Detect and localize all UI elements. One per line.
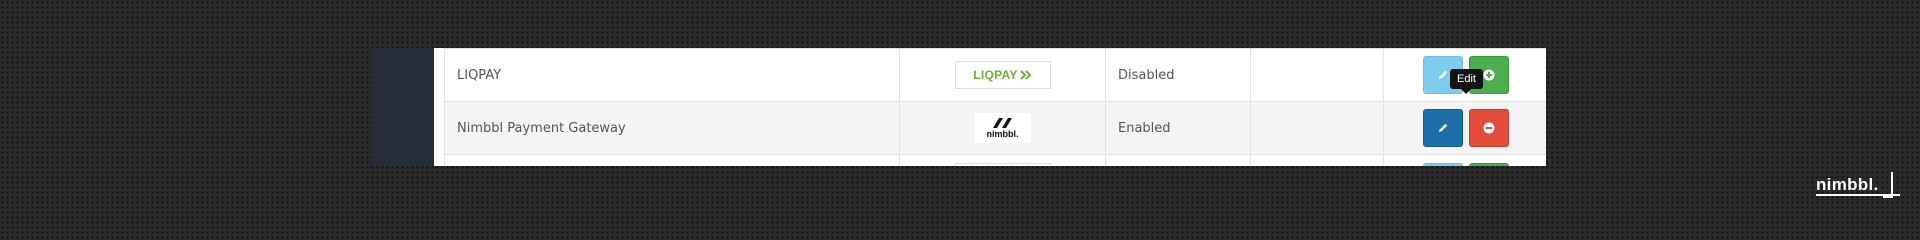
edit-button[interactable] <box>1422 109 1463 147</box>
gateway-actions-cell <box>1383 101 1546 155</box>
plus-circle-icon <box>1483 69 1495 81</box>
liqpay-logo-text: LIQPAY <box>973 68 1018 82</box>
gateway-logo <box>954 163 1051 166</box>
edit-button[interactable] <box>1422 163 1463 166</box>
table-row <box>444 154 1546 166</box>
gateway-extra-cell <box>1250 48 1384 102</box>
gateway-logo-cell: nimbbl. <box>899 101 1106 155</box>
admin-panel: LIQPAY LIQPAY Disabled Nimbbl Payment Ga… <box>372 48 1546 166</box>
uninstall-button[interactable] <box>1469 109 1510 147</box>
gateway-logo-cell: LIQPAY <box>899 48 1106 102</box>
pencil-icon <box>1438 70 1448 79</box>
gateway-name: LIQPAY <box>457 67 502 83</box>
gateway-name: Nimbbl Payment Gateway <box>457 120 626 136</box>
table-row: LIQPAY LIQPAY Disabled <box>444 48 1546 102</box>
gateway-name-cell: LIQPAY <box>444 48 900 102</box>
gateway-status-cell <box>1105 154 1251 166</box>
pencil-icon <box>1438 123 1448 132</box>
gateway-status-cell: Disabled <box>1105 48 1251 102</box>
nimbbl-watermark: nimbbl. <box>1816 172 1900 198</box>
gateway-name-cell <box>444 154 900 166</box>
nimbbl-logo-text: nimbbl. <box>986 129 1019 139</box>
gateway-logo-cell <box>899 154 1106 166</box>
nimbbl-mark-icon <box>992 118 1012 128</box>
liqpay-logo: LIQPAY <box>954 61 1051 89</box>
install-button[interactable] <box>1469 163 1510 166</box>
minus-circle-icon <box>1483 122 1495 134</box>
edit-tooltip: Edit <box>1450 69 1483 94</box>
sidebar <box>372 48 434 166</box>
watermark-underline <box>1816 194 1900 196</box>
gateway-extra-cell <box>1250 154 1384 166</box>
payment-gateways-table: LIQPAY LIQPAY Disabled Nimbbl Payment Ga… <box>444 48 1546 166</box>
nimbbl-logo: nimbbl. <box>974 113 1031 143</box>
watermark-text: nimbbl. <box>1816 175 1879 194</box>
gateway-status-cell: Enabled <box>1105 101 1251 155</box>
gateway-actions-cell <box>1383 154 1546 166</box>
table-row: Nimbbl Payment Gateway nimbbl. Enabled <box>444 101 1546 155</box>
gateway-status: Enabled <box>1118 120 1171 136</box>
gateway-name-cell: Nimbbl Payment Gateway <box>444 101 900 155</box>
content-area: LIQPAY LIQPAY Disabled Nimbbl Payment Ga… <box>434 48 1546 166</box>
double-chevron-right-icon <box>1020 70 1032 80</box>
gateway-status: Disabled <box>1118 67 1175 83</box>
gateway-extra-cell <box>1250 101 1384 155</box>
